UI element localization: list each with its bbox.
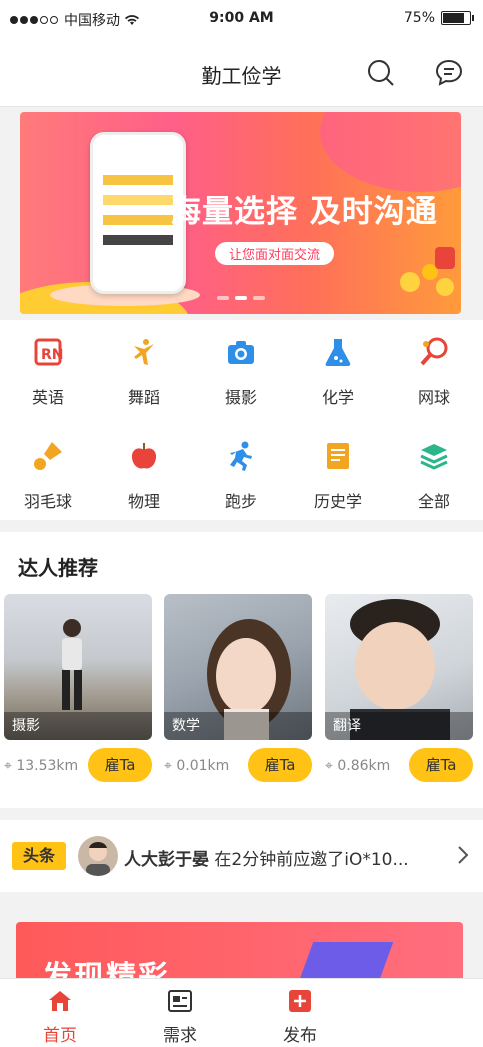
battery-icon	[441, 11, 474, 25]
apple-icon	[131, 443, 157, 469]
category-english[interactable]: RN 英语	[0, 336, 96, 408]
message-icon[interactable]	[434, 58, 464, 88]
promo-banner[interactable]: 海量选择 及时沟通 让您面对面交流	[20, 112, 461, 314]
chevron-right-icon[interactable]	[456, 844, 470, 866]
svg-text:RN: RN	[41, 347, 64, 363]
expert-card[interactable]: 翻译 ⌖ 0.86km 雇Ta	[325, 594, 473, 782]
status-bar: 中国移动 9:00 AM 75%	[0, 0, 483, 38]
headline-badge: 头条	[12, 842, 66, 870]
runner-icon	[230, 441, 252, 471]
expert-card[interactable]: 摄影 ⌖ 13.53km 雇Ta	[4, 594, 152, 782]
flask-icon	[325, 339, 351, 366]
search-icon[interactable]	[366, 58, 396, 88]
expert-skill-tag: 摄影	[4, 712, 152, 740]
banner-subline: 让您面对面交流	[215, 242, 335, 265]
banner-decoration	[298, 942, 394, 982]
expert-distance: ⌖ 13.53km	[4, 758, 79, 774]
expert-card[interactable]: 数学 ⌖ 0.01km 雇Ta	[164, 594, 312, 782]
tab-demand[interactable]: 需求	[120, 989, 240, 1046]
app-header: 勤工俭学	[0, 38, 483, 107]
tennis-racket-icon	[420, 337, 448, 366]
camera-icon	[228, 341, 254, 364]
banner-pagination	[20, 296, 461, 300]
avatar	[78, 836, 118, 876]
category-history[interactable]: 历史学	[290, 440, 386, 512]
location-pin-icon: ⌖	[4, 758, 12, 774]
coins-icon	[400, 247, 455, 296]
section-title: 达人推荐	[18, 556, 98, 580]
expert-photo: 翻译	[325, 594, 473, 740]
dancer-icon	[134, 339, 154, 365]
home-icon	[49, 991, 71, 1011]
battery-percent: 75%	[403, 10, 435, 26]
category-badminton[interactable]: 羽毛球	[0, 440, 96, 512]
tab-home[interactable]: 首页	[0, 989, 120, 1046]
category-photography[interactable]: 摄影	[193, 336, 289, 408]
headline-ticker[interactable]: 头条 人大彭于晏 在2分钟前应邀了iO*10...	[0, 820, 483, 892]
banner-headline: 海量选择 及时沟通	[170, 194, 438, 230]
shuttlecock-icon	[34, 442, 62, 470]
bottom-tab-bar: 首页 需求 发布	[0, 978, 483, 1047]
tab-publish[interactable]: 发布	[240, 989, 360, 1046]
headline-text: 人大彭于晏 在2分钟前应邀了iO*10...	[124, 850, 409, 870]
expert-distance: ⌖ 0.01km	[164, 758, 230, 774]
category-physics[interactable]: 物理	[96, 440, 192, 512]
expert-distance: ⌖ 0.86km	[325, 758, 391, 774]
expert-skill-tag: 数学	[164, 712, 312, 740]
expert-recommendations: 达人推荐 摄影 ⌖ 13.53km 雇Ta 数学 ⌖ 0.01km 雇Ta 翻译…	[0, 532, 483, 808]
document-icon	[327, 443, 349, 469]
expert-photo: 数学	[164, 594, 312, 740]
banner-decoration	[320, 112, 461, 192]
english-book-icon: RN	[34, 338, 64, 366]
expert-skill-tag: 翻译	[325, 712, 473, 740]
category-chemistry[interactable]: 化学	[290, 336, 386, 408]
hire-button[interactable]: 雇Ta	[88, 748, 152, 782]
discover-banner[interactable]: 发现精彩	[16, 922, 463, 982]
category-running[interactable]: 跑步	[193, 440, 289, 512]
location-pin-icon: ⌖	[325, 758, 333, 774]
category-dance[interactable]: 舞蹈	[96, 336, 192, 408]
category-grid: RN 英语 舞蹈 摄影 化学 网球 羽毛球 物理 跑步 历史学 全部	[0, 320, 483, 520]
category-tennis[interactable]: 网球	[386, 336, 482, 408]
page-title: 勤工俭学	[201, 64, 282, 88]
plus-icon	[289, 990, 311, 1012]
layers-icon	[420, 444, 448, 470]
category-all[interactable]: 全部	[386, 440, 482, 512]
location-pin-icon: ⌖	[164, 758, 172, 774]
hire-button[interactable]: 雇Ta	[248, 748, 312, 782]
hire-button[interactable]: 雇Ta	[409, 748, 473, 782]
expert-photo: 摄影	[4, 594, 152, 740]
demand-board-icon	[168, 990, 192, 1012]
